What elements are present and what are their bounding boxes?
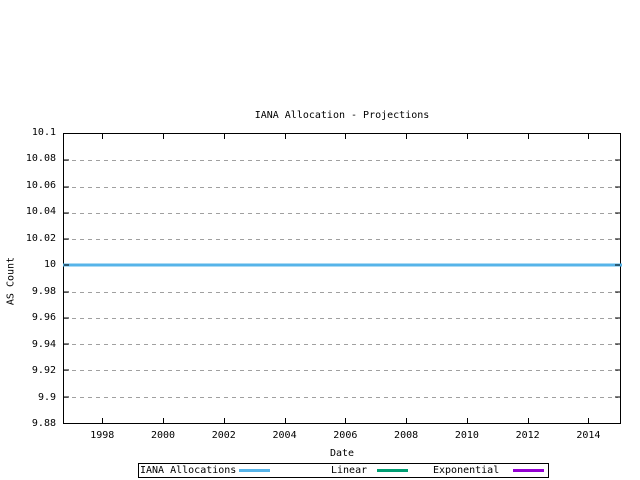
y-tick-mark xyxy=(615,370,620,371)
y-tick-label: 9.96 xyxy=(32,312,56,324)
x-tick-mark xyxy=(588,418,589,423)
y-tick-mark xyxy=(615,186,620,187)
y-tick-mark xyxy=(64,317,69,318)
x-tick-mark xyxy=(467,418,468,423)
x-tick-mark xyxy=(588,134,589,139)
x-tick-mark xyxy=(163,134,164,139)
chart-title: IANA Allocation - Projections xyxy=(63,109,621,122)
x-tick-mark xyxy=(163,418,164,423)
y-tick-mark xyxy=(64,370,69,371)
x-tick-mark xyxy=(406,418,407,423)
legend-swatch xyxy=(377,469,408,472)
x-tick-mark xyxy=(285,134,286,139)
chart-figure: IANA Allocation - Projections AS Count 1… xyxy=(0,0,640,480)
x-tick-mark xyxy=(406,134,407,139)
gridline xyxy=(64,239,618,240)
gridline xyxy=(64,370,618,371)
x-tick-label: 2004 xyxy=(273,429,297,442)
x-tick-label: 1998 xyxy=(90,429,114,442)
x-tick-label: 2012 xyxy=(516,429,540,442)
y-tick-label: 9.92 xyxy=(32,365,56,377)
y-tick-mark xyxy=(615,239,620,240)
y-tick-label: 10.02 xyxy=(26,233,56,245)
gridline xyxy=(64,344,618,345)
legend-label: IANA Allocations xyxy=(140,464,236,477)
y-tick-label: 10.04 xyxy=(26,206,56,218)
x-tick-mark xyxy=(528,418,529,423)
gridline xyxy=(64,292,618,293)
x-tick-label: 2002 xyxy=(212,429,236,442)
gridline xyxy=(64,187,618,188)
x-tick-label: 2008 xyxy=(394,429,418,442)
y-tick-mark xyxy=(64,344,69,345)
x-tick-mark xyxy=(528,134,529,139)
x-tick-mark xyxy=(102,134,103,139)
y-tick-label: 9.88 xyxy=(32,418,56,430)
y-tick-label: 10.1 xyxy=(32,127,56,139)
y-tick-mark xyxy=(64,265,69,266)
y-tick-label: 10.06 xyxy=(26,180,56,192)
y-tick-mark xyxy=(64,212,69,213)
x-tick-label: 2006 xyxy=(333,429,357,442)
y-tick-mark xyxy=(615,317,620,318)
y-tick-mark xyxy=(64,239,69,240)
series-line-iana-allocations xyxy=(63,264,622,267)
legend-label: Linear xyxy=(331,464,367,477)
x-tick-mark xyxy=(345,418,346,423)
gridline xyxy=(64,318,618,319)
y-tick-mark xyxy=(615,344,620,345)
legend-swatch xyxy=(513,469,544,472)
x-axis-title: Date xyxy=(63,447,621,460)
gridline xyxy=(64,213,618,214)
x-tick-mark xyxy=(345,134,346,139)
y-tick-mark xyxy=(615,212,620,213)
x-tick-mark xyxy=(285,418,286,423)
plot-area xyxy=(63,133,621,424)
y-tick-mark xyxy=(64,160,69,161)
gridline xyxy=(64,160,618,161)
y-tick-label: 9.9 xyxy=(38,392,56,404)
legend-swatch xyxy=(239,469,270,472)
x-tick-label: 2014 xyxy=(576,429,600,442)
y-tick-label: 10.08 xyxy=(26,153,56,165)
y-tick-label: 10 xyxy=(44,259,56,271)
y-tick-label: 9.98 xyxy=(32,286,56,298)
x-tick-label: 2000 xyxy=(151,429,175,442)
x-tick-label: 2010 xyxy=(455,429,479,442)
legend: IANA Allocations Linear Exponential xyxy=(138,463,549,478)
x-tick-mark xyxy=(224,134,225,139)
y-tick-mark xyxy=(64,186,69,187)
y-tick-mark xyxy=(615,291,620,292)
y-tick-mark xyxy=(64,291,69,292)
y-tick-label: 9.94 xyxy=(32,339,56,351)
x-tick-mark xyxy=(467,134,468,139)
x-tick-mark xyxy=(224,418,225,423)
x-tick-labels: 1998 2000 2002 2004 2006 2008 2010 2012 2014 xyxy=(64,429,620,443)
x-tick-mark xyxy=(102,418,103,423)
gridline xyxy=(64,397,618,398)
y-tick-mark xyxy=(64,396,69,397)
y-tick-mark xyxy=(615,265,620,266)
legend-label: Exponential xyxy=(433,464,499,477)
y-tick-mark xyxy=(615,160,620,161)
y-tick-mark xyxy=(615,396,620,397)
y-tick-labels: 10.110.0810.0610.0410.02109.989.969.949.… xyxy=(0,133,63,424)
